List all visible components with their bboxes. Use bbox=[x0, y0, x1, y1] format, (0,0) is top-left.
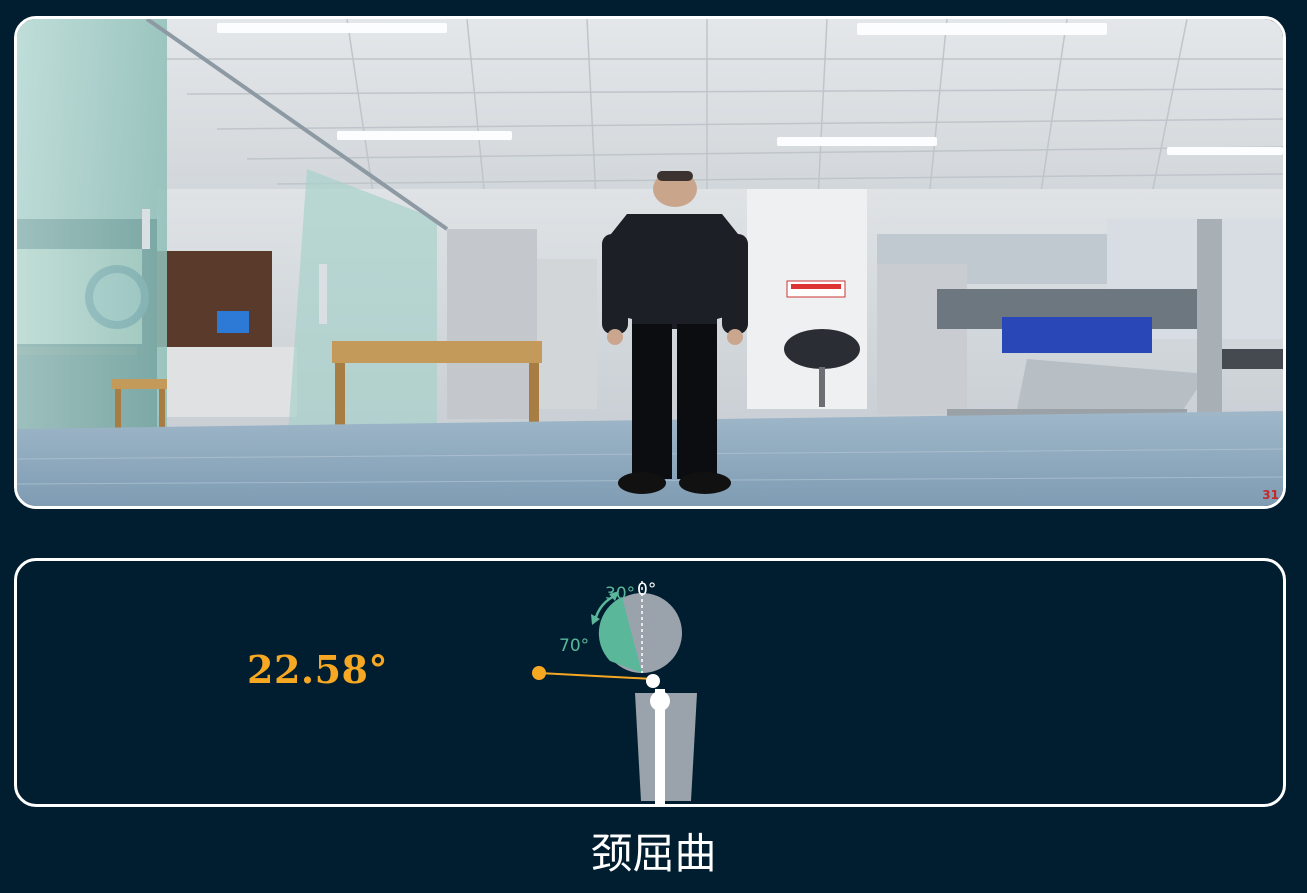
range-zero-label: 0° bbox=[637, 580, 656, 600]
current-angle-line bbox=[538, 672, 654, 680]
current-angle-marker bbox=[532, 666, 546, 680]
camera-feed-image bbox=[17, 19, 1283, 506]
angle-value: 22.58° bbox=[247, 647, 388, 692]
shoulder-joint bbox=[650, 691, 670, 711]
exercise-title: 颈屈曲 bbox=[590, 829, 717, 878]
neck-joint bbox=[646, 674, 660, 688]
frame-counter: 31 bbox=[1262, 488, 1279, 502]
measurement-panel: 22.58° 30° 0° 70° bbox=[14, 558, 1286, 807]
torso-shape bbox=[635, 693, 697, 801]
range-start-label: 30° bbox=[605, 584, 635, 604]
neck-flexion-diagram: 30° 0° 70° bbox=[532, 580, 697, 804]
app-root: 31 22.58° 30° 0° 70° 颈屈曲 bbox=[0, 0, 1307, 893]
range-end-label: 70° bbox=[559, 636, 589, 656]
camera-feed-panel: 31 bbox=[14, 16, 1286, 509]
